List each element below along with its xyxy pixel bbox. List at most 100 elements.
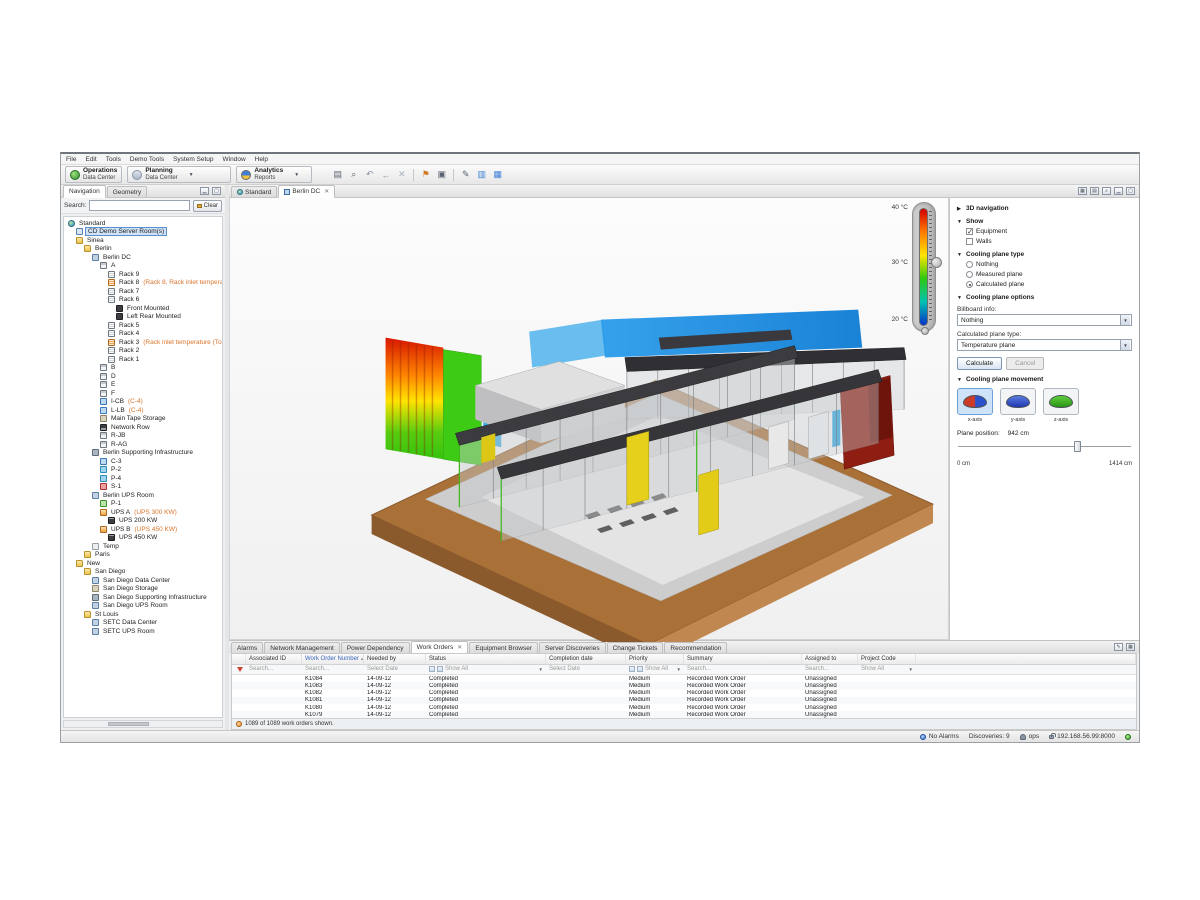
tree-item[interactable]: CD Demo Server Room(s) [65,228,221,237]
tree-item[interactable]: Rack 7 [65,287,221,296]
tree-item[interactable]: I-CB(C-4) [65,398,221,407]
tree-item[interactable]: UPS B(UPS 450 KW) [65,525,221,534]
cooling-type-option-measured-plane[interactable]: Measured plane [966,271,1132,278]
minimize-panel-icon[interactable]: ▁ [200,187,209,195]
filter-cell[interactable]: Search... [684,665,802,675]
tree-item[interactable]: Rack 4 [65,330,221,339]
tree-item[interactable]: San Diego UPS Room [65,602,221,611]
tree-item[interactable]: SETC Data Center [65,619,221,628]
tree-item[interactable]: Berlin [65,245,221,254]
cancel-button[interactable]: Cancel [1006,357,1044,370]
column-header-Priority[interactable]: Priority [626,654,684,664]
tree-item[interactable]: R-JB [65,432,221,441]
radio-icon[interactable] [966,261,973,268]
menu-tools[interactable]: Tools [106,156,121,163]
tree-item[interactable]: Temp [65,542,221,551]
operations-button[interactable]: Operations Data Center [65,166,122,183]
filter-list-icon[interactable] [637,666,643,672]
tree-item[interactable]: UPS 450 KW [65,534,221,543]
tree-item[interactable]: New [65,559,221,568]
tree-item[interactable]: P-4 [65,474,221,483]
maximize-panel-icon[interactable]: ▢ [212,187,221,195]
scrollbar-thumb[interactable] [108,722,149,726]
3d-viewport[interactable]: 40 °C 30 °C 20 °C [229,198,949,640]
filter-cell[interactable]: Search... [802,665,858,675]
filter-cell[interactable]: Show All▼ [626,665,684,675]
zoom-icon[interactable]: ⌕ [347,168,360,181]
edit-icon[interactable]: ✎ [1114,643,1123,651]
filter-cell[interactable]: Search... [246,665,302,675]
column-header-Summary[interactable]: Summary [684,654,802,664]
maximize-view-icon[interactable]: ▢ [1126,187,1135,195]
cooling-type-option-calculated-plane[interactable]: Calculated plane [966,281,1132,288]
tree-item[interactable]: Rack 5 [65,321,221,330]
tree-item[interactable]: San Diego [65,568,221,577]
radio-icon[interactable] [966,271,973,278]
flag-icon[interactable]: ⚑ [419,168,432,181]
layout-list-icon[interactable]: ▤ [1090,187,1099,195]
tree-item[interactable]: Network Row [65,423,221,432]
alarm-status[interactable]: No Alarms [920,733,959,740]
tree-item[interactable]: San Diego Supporting Infrastructure [65,593,221,602]
radio-icon[interactable] [966,281,973,288]
filter-funnel-icon[interactable] [237,667,243,672]
slider-thumb[interactable] [1074,441,1081,452]
tab-equipment-browser[interactable]: Equipment Browser [469,642,538,653]
table-row[interactable]: K108114-09-12CompletedMediumRecorded Wor… [232,697,1136,704]
tree-item[interactable]: A [65,262,221,271]
tree-item[interactable]: Standard [65,219,221,228]
tab-navigation[interactable]: Navigation [63,185,106,198]
screenshot-icon[interactable]: ▣ [435,168,448,181]
calculated-plane-type-select[interactable]: Temperature plane ▼ [957,339,1132,351]
search-input[interactable] [89,200,189,211]
filter-cell[interactable]: Search... [302,665,364,675]
tab-change-tickets[interactable]: Change Tickets [607,642,664,653]
tab-recommendation[interactable]: Recommendation [664,642,727,653]
filter-dropdown-icon[interactable]: ▼ [539,667,543,672]
tab-server-discoveries[interactable]: Server Discoveries [539,642,606,653]
calculate-button[interactable]: Calculate [957,357,1002,370]
menu-help[interactable]: Help [255,156,268,163]
back-icon[interactable]: ← [379,168,392,181]
tree-item[interactable]: UPS A(UPS 300 KW) [65,508,221,517]
tree-item[interactable]: St Louis [65,610,221,619]
menu-window[interactable]: Window [223,156,246,163]
show-option-equipment[interactable]: Equipment [966,228,1132,235]
filter-calendar-icon[interactable] [429,666,435,672]
column-header-Assigned to[interactable]: Assigned to [802,654,858,664]
tree-item[interactable]: Paris [65,551,221,560]
table-row[interactable]: K108314-09-12CompletedMediumRecorded Wor… [232,682,1136,689]
tab-geometry[interactable]: Geometry [107,186,148,197]
tree-item[interactable]: Rack 2 [65,347,221,356]
tree-item[interactable]: Berlin UPS Room [65,491,221,500]
tree-item[interactable]: Rack 3(Rack inlet temperature (Top), Rac… [65,338,221,347]
tree-item[interactable]: P-1 [65,500,221,509]
tree-item[interactable]: B [65,364,221,373]
menu-demo-tools[interactable]: Demo Tools [130,156,164,163]
table-row[interactable]: K108414-09-12CompletedMediumRecorded Wor… [232,675,1136,682]
server-address[interactable]: 192.168.56.99:8000 [1049,733,1115,740]
tree-item[interactable]: S-1 [65,483,221,492]
tree-item[interactable]: Rack 8(Rack 8, Rack inlet temperature (T… [65,279,221,288]
tree-item[interactable]: San Diego Storage [65,585,221,594]
filter-calendar-icon[interactable] [629,666,635,672]
tree-item[interactable]: UPS 200 KW [65,517,221,526]
tree-item[interactable]: Rack 1 [65,355,221,364]
billboard-info-select[interactable]: Nothing ▼ [957,314,1132,326]
column-header-Associated ID[interactable]: Associated ID [246,654,302,664]
delete-icon[interactable]: ✕ [395,168,408,181]
tree-item[interactable]: Left Rear Mounted [65,313,221,322]
grid-icon[interactable]: ▦ [1126,643,1135,651]
tree-item[interactable]: Berlin Supporting Infrastructure [65,449,221,458]
planning-button[interactable]: Planning Data Center ▼ [127,166,231,183]
filter-list-icon[interactable] [437,666,443,672]
section-show[interactable]: ▼ Show [957,218,1132,225]
tree-item[interactable]: Rack 9 [65,270,221,279]
table-row[interactable]: K108214-09-12CompletedMediumRecorded Wor… [232,690,1136,697]
clear-search-button[interactable]: Clear [193,200,222,212]
menu-system-setup[interactable]: System Setup [173,156,213,163]
column-header-Needed by[interactable]: Needed by [364,654,426,664]
layout-grid-icon[interactable]: ▦ [1078,187,1087,195]
table-row[interactable]: K108014-09-12CompletedMediumRecorded Wor… [232,704,1136,711]
filter-cell[interactable]: Select Date [364,665,426,675]
